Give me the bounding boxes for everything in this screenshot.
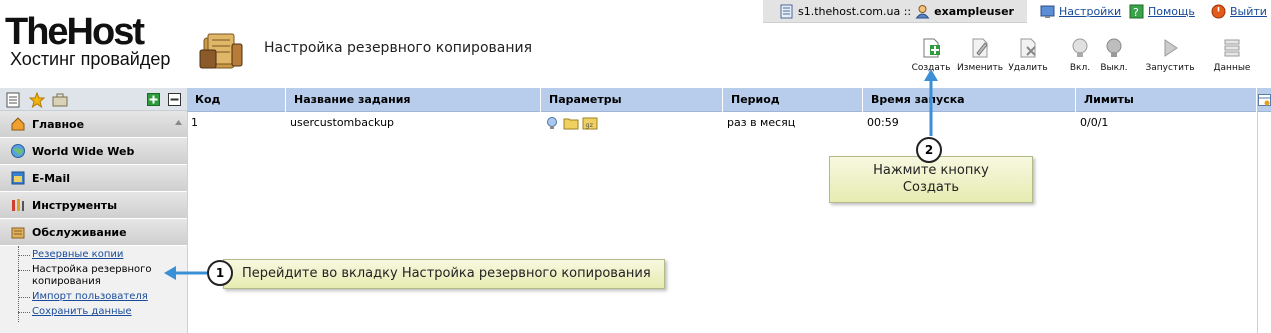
disable-button[interactable]: Выкл.	[1084, 37, 1144, 73]
tree-line	[18, 246, 19, 322]
column-header-name[interactable]: Название задания	[286, 88, 541, 112]
run-button[interactable]: Запустить	[1140, 37, 1200, 73]
sidebar-section-label: E-Mail	[32, 171, 70, 185]
sidebar-subitems: Резервные копии Настройка резервного коп…	[0, 246, 187, 322]
edit-icon	[972, 38, 988, 58]
bulb-off-icon	[1106, 38, 1122, 57]
backup-jobs-table: Код Название задания Параметры Период Вр…	[175, 88, 1271, 333]
data-button[interactable]: Данные	[1202, 37, 1262, 73]
run-label: Запустить	[1145, 63, 1195, 73]
sidebar-section-main[interactable]: Главное	[0, 111, 187, 138]
column-header-time[interactable]: Время запуска	[863, 88, 1076, 112]
globe-icon	[11, 144, 25, 158]
sidebar-section-label: World Wide Web	[32, 144, 135, 158]
sidebar-toolbar	[0, 88, 187, 111]
column-header-limits[interactable]: Лимиты	[1076, 88, 1257, 112]
hint-text-2: Нажмите кнопку Создать	[873, 163, 989, 195]
help-icon: ?	[1129, 4, 1144, 19]
table-settings-icon[interactable]	[1258, 93, 1271, 107]
column-header-params[interactable]: Параметры	[541, 88, 723, 112]
logout-link[interactable]: Выйти	[1211, 4, 1267, 19]
sidebar-section-label: Обслуживание	[32, 225, 127, 239]
cell-time: 00:59	[867, 116, 899, 129]
settings-link[interactable]: Настройки	[1040, 4, 1121, 19]
brand-name: TheHost	[5, 11, 145, 53]
sidebar-item-save-data[interactable]: Сохранить данные	[18, 306, 187, 318]
sidebar-item-import-user[interactable]: Импорт пользователя	[18, 291, 187, 303]
server-name: s1.thehost.com.ua ::	[798, 4, 912, 18]
settings-label: Настройки	[1059, 5, 1122, 18]
hint-text-1: Перейдите во вкладку Настройка резервног…	[242, 266, 651, 281]
sidebar-section-tools[interactable]: Инструменты	[0, 192, 187, 219]
logout-label: Выйти	[1230, 5, 1267, 18]
sidebar-section-email[interactable]: E-Mail	[0, 165, 187, 192]
column-header-period[interactable]: Период	[723, 88, 863, 112]
delete-label: Удалить	[1008, 63, 1048, 73]
user-icon	[915, 4, 930, 18]
delete-button[interactable]: Удалить	[998, 37, 1058, 73]
help-link[interactable]: ? Помощь	[1129, 4, 1195, 19]
table-left-border	[187, 112, 188, 333]
help-label: Помощь	[1148, 5, 1195, 18]
collapse-all-icon[interactable]	[168, 93, 181, 106]
data-label: Данные	[1213, 63, 1251, 73]
maintenance-icon	[11, 227, 25, 239]
brand-tagline: Хостинг провайдер	[10, 49, 171, 69]
cell-name: usercustombackup	[290, 116, 395, 129]
data-icon	[1224, 39, 1240, 57]
hint-callout-1: Перейдите во вкладку Настройка резервног…	[223, 259, 665, 289]
column-header-code[interactable]: Код	[187, 88, 286, 112]
sidebar-section-label: Инструменты	[32, 198, 118, 212]
brand-logo: TheHost Хостинг провайдер	[5, 11, 185, 69]
page-title: Настройка резервного копирования	[264, 40, 533, 56]
favorites-star-icon[interactable]	[29, 92, 45, 108]
step-badge-1: 1	[207, 260, 233, 286]
power-icon	[1211, 4, 1226, 19]
briefcase-icon[interactable]	[52, 92, 68, 108]
sidebar: Главное World Wide Web E-Mail Инструмент…	[0, 88, 187, 333]
sidebar-section-label: Главное	[32, 117, 85, 131]
archive-gz-icon: gz	[582, 117, 598, 130]
sidebar-section-maintenance[interactable]: Обслуживание	[0, 219, 187, 246]
username: exampleuser	[934, 4, 1014, 18]
scroll-up-icon[interactable]	[174, 119, 183, 126]
hint-callout-2: Нажмите кнопку Создать	[829, 156, 1033, 203]
table-header: Код Название задания Параметры Период Вр…	[187, 88, 1271, 112]
server-info: s1.thehost.com.ua :: exampleuser	[763, 0, 1027, 23]
mail-icon	[11, 171, 25, 185]
cell-params: gz	[541, 112, 723, 134]
tools-icon	[12, 199, 24, 211]
cell-period: раз в месяц	[727, 116, 796, 129]
sidebar-section-www[interactable]: World Wide Web	[0, 138, 187, 165]
step-badge-2: 2	[916, 137, 942, 163]
folder-param-icon	[563, 118, 578, 130]
expand-all-icon[interactable]	[147, 93, 160, 106]
list-view-icon[interactable]	[6, 92, 20, 108]
sidebar-item-backups[interactable]: Резервные копии	[18, 249, 187, 261]
sidebar-item-backup-settings[interactable]: Настройка резервного копирования	[18, 264, 187, 288]
bulb-param-icon	[547, 117, 557, 129]
server-icon	[780, 4, 793, 18]
edit-label: Изменить	[956, 63, 1004, 73]
settings-icon	[1040, 5, 1055, 18]
create-label: Создать	[911, 63, 951, 73]
home-icon	[11, 117, 25, 131]
svg-text:?: ?	[1133, 6, 1139, 19]
create-icon	[923, 38, 940, 58]
backup-settings-icon	[199, 33, 243, 69]
table-right-border	[1257, 112, 1258, 333]
cell-code: 1	[191, 116, 198, 129]
play-icon	[1164, 39, 1178, 57]
svg-text:gz: gz	[586, 121, 594, 129]
delete-icon	[1020, 38, 1036, 58]
disable-label: Выкл.	[1100, 63, 1128, 73]
top-bar: s1.thehost.com.ua :: exampleuser Настрой…	[763, 0, 1271, 23]
cell-limits: 0/0/1	[1080, 116, 1109, 129]
